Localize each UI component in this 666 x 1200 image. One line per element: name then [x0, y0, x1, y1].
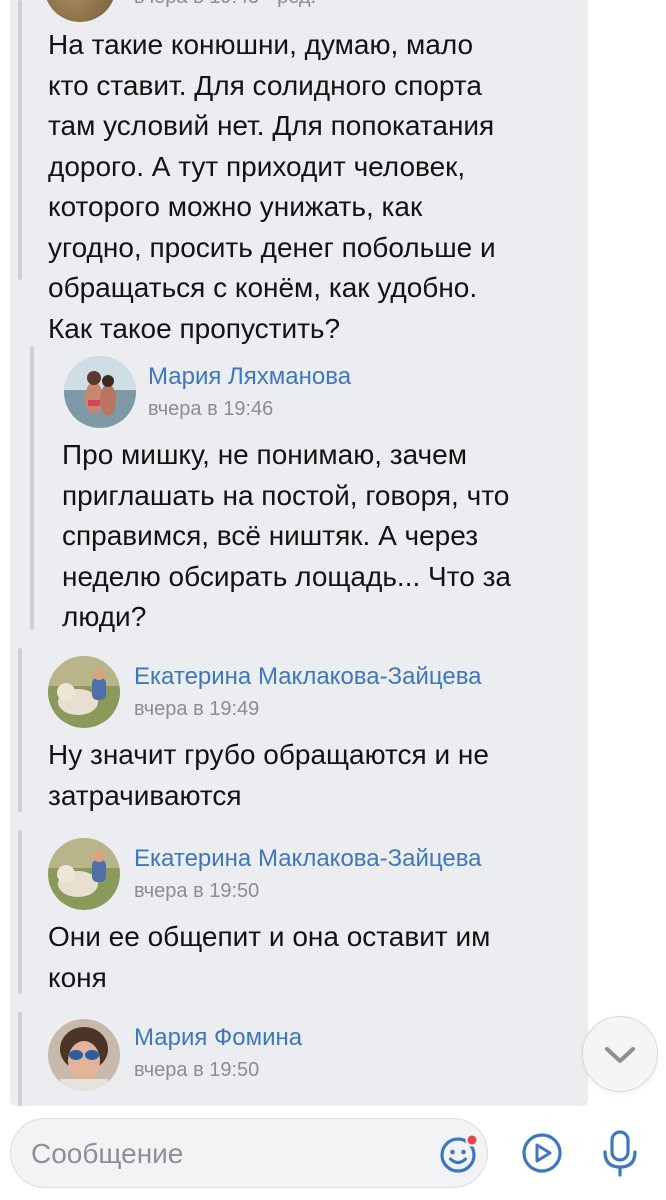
sticker-button[interactable] [437, 1132, 481, 1176]
notification-dot [465, 1133, 479, 1147]
avatar-photo [64, 356, 136, 428]
message-author[interactable]: Мария Фомина [134, 1024, 302, 1052]
message-time: вчера в 19:46 [148, 398, 274, 420]
message-time: вчера в 19:49 [134, 698, 260, 720]
message-text: На такие конюшни, думаю, мало кто ставит… [48, 29, 496, 344]
avatar-photo [48, 656, 120, 728]
play-circle-icon [522, 1133, 562, 1173]
avatar-photo [48, 838, 120, 910]
message-text: Ну значит грубо обращаются и не затрачив… [48, 739, 489, 811]
thread-line [18, 648, 22, 812]
avatar-photo [48, 1019, 120, 1091]
thread-line [18, 0, 22, 280]
thread-line [18, 830, 22, 994]
message-author[interactable]: Мария Ляхманова [148, 363, 351, 391]
avatar[interactable] [44, 0, 116, 22]
microphone-button[interactable] [598, 1128, 642, 1178]
avatar[interactable] [64, 356, 136, 428]
thread-line [18, 1012, 22, 1106]
avatar[interactable] [48, 656, 120, 728]
message-input-container[interactable] [10, 1118, 488, 1189]
sticker-smile-icon [440, 1133, 479, 1173]
message-time: вчера в 19:50 [134, 880, 260, 902]
message-text: Они ее общепит и она оставит им коня [48, 921, 491, 993]
avatar[interactable] [48, 838, 120, 910]
message-author[interactable]: Екатерина Маклакова-Зайцева [134, 663, 482, 691]
message-time: вчера в 19:45 · ред. [134, 0, 316, 9]
chevron-down-icon [605, 1047, 635, 1063]
voice-video-button[interactable] [520, 1131, 564, 1175]
message-author[interactable]: Екатерина Маклакова-Зайцева [134, 845, 482, 873]
avatar[interactable] [48, 1019, 120, 1091]
chat-thread: вчера в 19:45 · ред. На такие конюшни, д… [10, 0, 588, 1106]
thread-line [30, 346, 34, 630]
message-text: Про мишку, не понимаю, зачем приглашать … [62, 439, 511, 632]
message-input[interactable] [29, 1119, 433, 1189]
scroll-down-button[interactable] [582, 1016, 658, 1092]
microphone-icon [603, 1130, 637, 1177]
message-time: вчера в 19:50 [134, 1059, 260, 1081]
